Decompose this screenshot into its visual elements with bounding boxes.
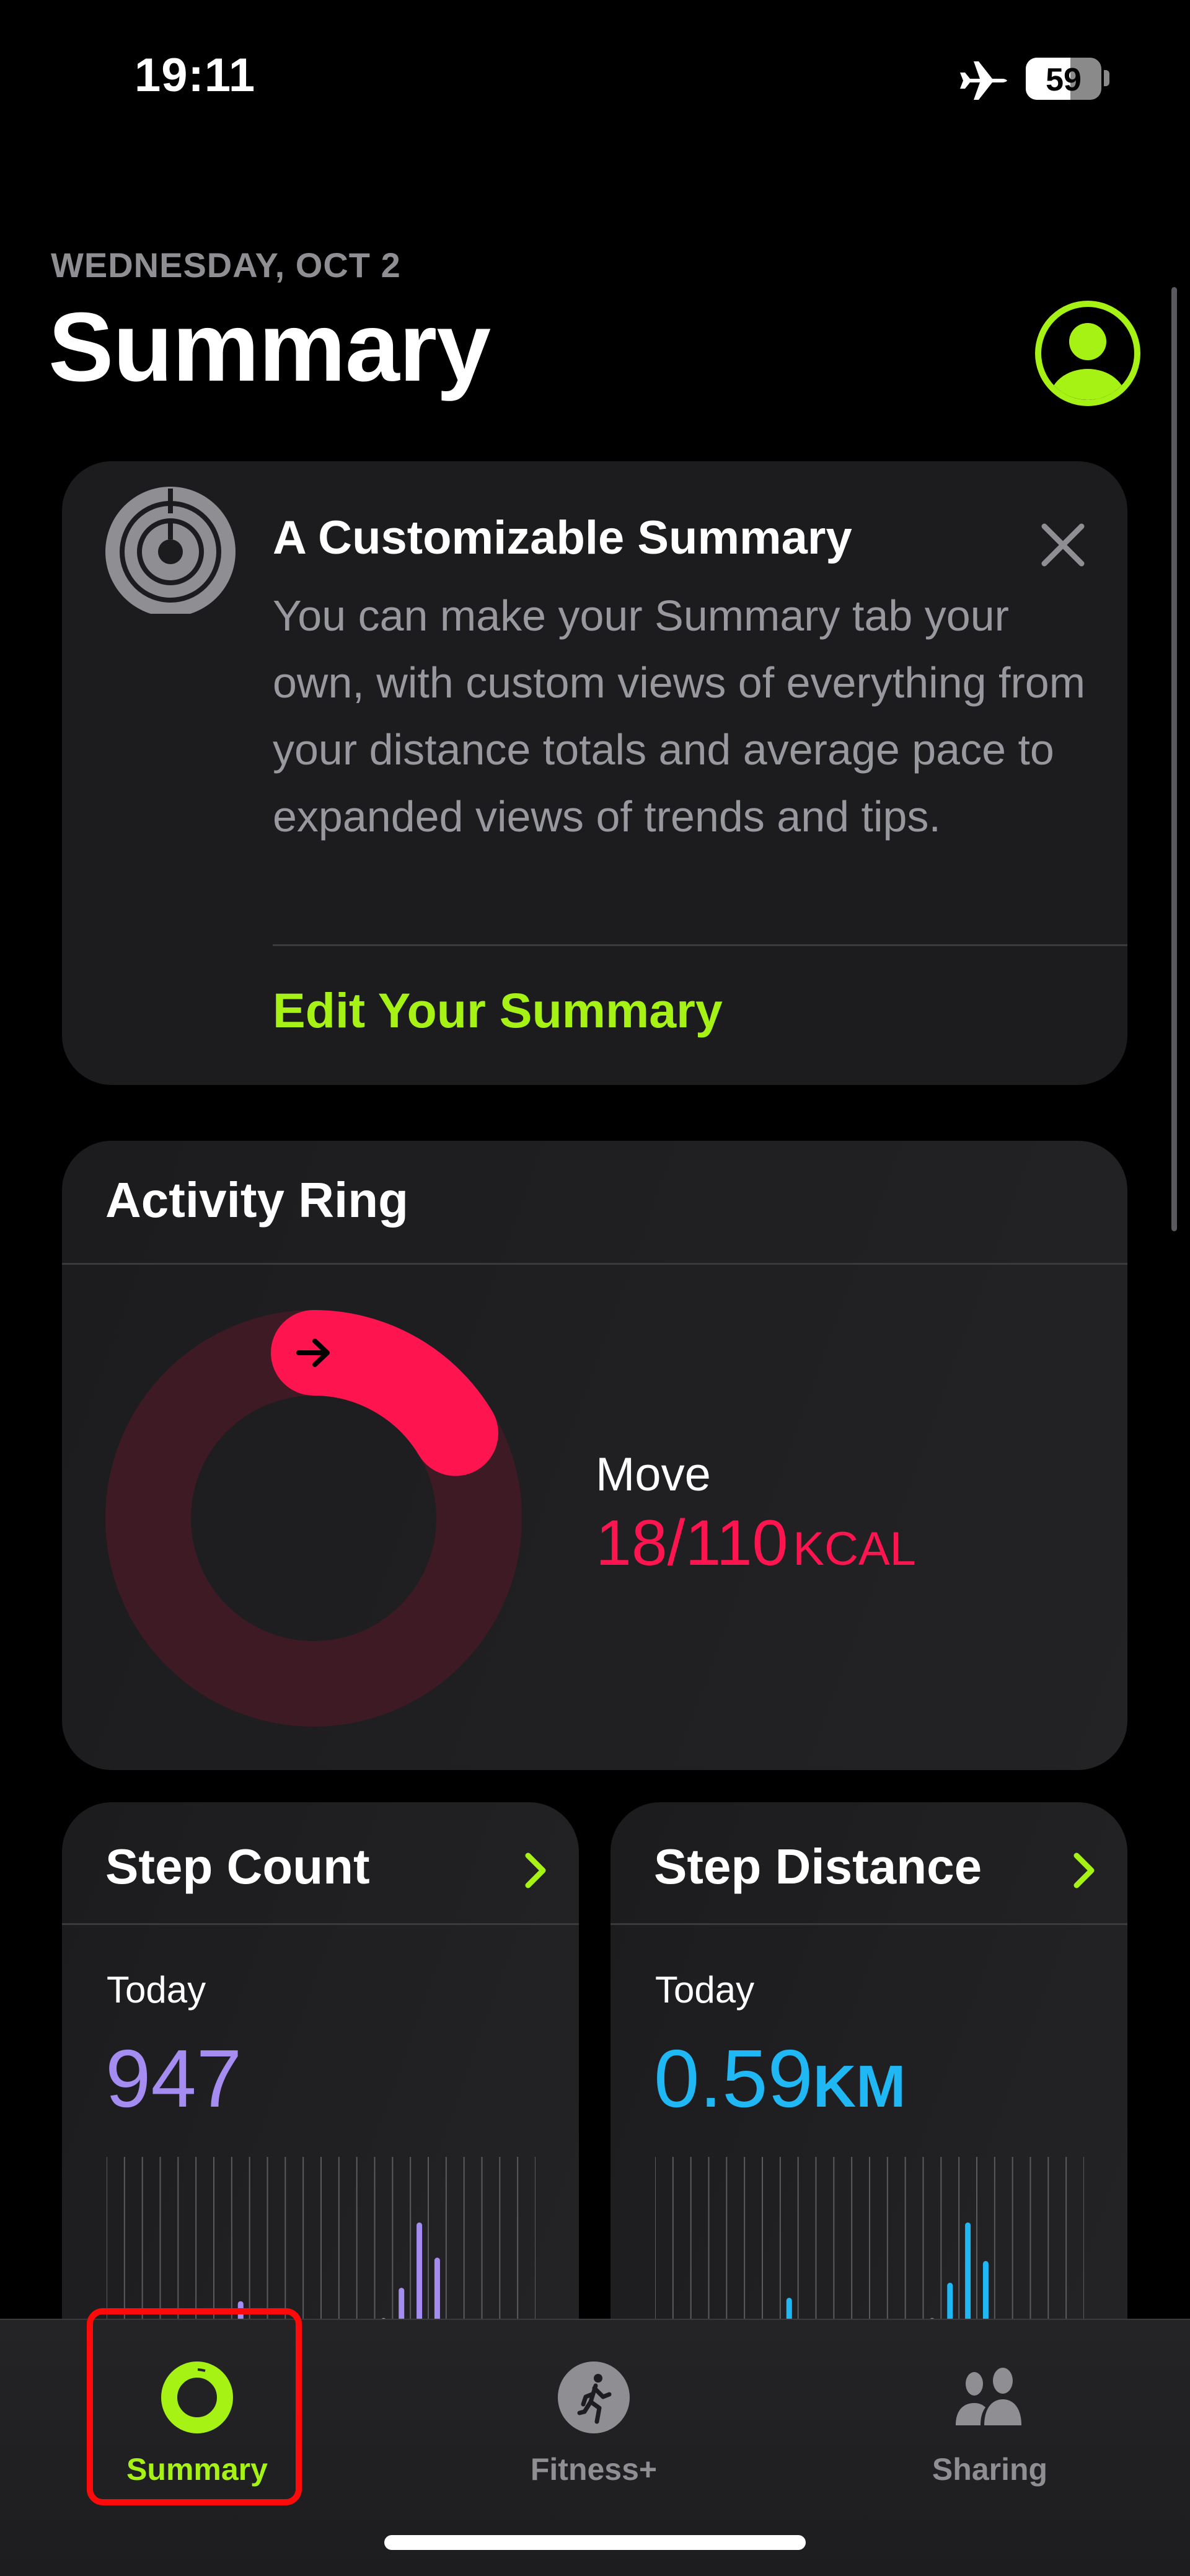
tab-sharing[interactable]: Sharing xyxy=(866,2357,1114,2518)
tip-body: You can make your Summary tab your own, … xyxy=(273,591,1086,841)
move-ring xyxy=(105,1310,522,1727)
step-distance-chart xyxy=(655,2157,1084,2324)
activity-rings-icon xyxy=(105,487,236,614)
home-indicator[interactable] xyxy=(384,2535,806,2550)
period-label: Today xyxy=(107,1969,206,2011)
step-count-value: 947 xyxy=(105,2032,242,2125)
move-unit: KCAL xyxy=(793,1523,916,1575)
chevron-right-icon[interactable] xyxy=(521,1851,552,1890)
scrollbar[interactable] xyxy=(1171,287,1177,1231)
move-ring-progress xyxy=(271,1310,498,1476)
running-figure-icon xyxy=(558,2361,630,2433)
card-title: Step Count xyxy=(105,1839,370,1894)
step-distance-value: 0.59KM xyxy=(654,2032,906,2125)
battery-percent: 59 xyxy=(1046,62,1082,98)
airplane-icon xyxy=(960,61,1007,100)
status-time: 19:11 xyxy=(134,49,256,102)
move-label: Move xyxy=(596,1448,711,1501)
people-icon xyxy=(956,2368,1021,2425)
edit-summary-link[interactable]: Edit Your Summary xyxy=(273,982,723,1039)
divider xyxy=(62,1263,1127,1265)
close-icon[interactable] xyxy=(1035,517,1091,573)
date-label: WEDNESDAY, OCT 2 xyxy=(51,246,401,285)
period-label: Today xyxy=(655,1969,755,2011)
step-count-chart xyxy=(107,2157,536,2324)
person-circle-icon[interactable] xyxy=(1034,299,1142,407)
customizable-summary-card: A Customizable Summary You can make your… xyxy=(62,461,1127,1085)
divider xyxy=(273,944,1127,946)
value-number: 947 xyxy=(105,2033,242,2124)
move-value-number: 18/110 xyxy=(596,1507,788,1579)
tab-label: Fitness+ xyxy=(530,2452,658,2487)
value-unit: KM xyxy=(813,2053,906,2120)
card-title: Step Distance xyxy=(654,1839,982,1894)
page-title: Summary xyxy=(48,293,491,402)
chevron-right-icon[interactable] xyxy=(1069,1851,1100,1890)
card-title: Activity Ring xyxy=(105,1172,408,1228)
selection-highlight xyxy=(87,2308,302,2505)
tip-title: A Customizable Summary xyxy=(273,511,852,564)
divider xyxy=(610,1923,1127,1925)
move-value: 18/110 KCAL xyxy=(596,1507,916,1580)
tab-label: Sharing xyxy=(932,2452,1048,2487)
divider xyxy=(62,1923,579,1925)
activity-ring-card[interactable]: Activity Ring Move 18/110 KCAL xyxy=(62,1141,1127,1770)
value-number: 0.59 xyxy=(654,2033,813,2124)
battery-indicator: 59 xyxy=(1026,58,1101,100)
battery-cap xyxy=(1104,70,1109,86)
tab-fitness-plus[interactable]: Fitness+ xyxy=(470,2357,718,2518)
